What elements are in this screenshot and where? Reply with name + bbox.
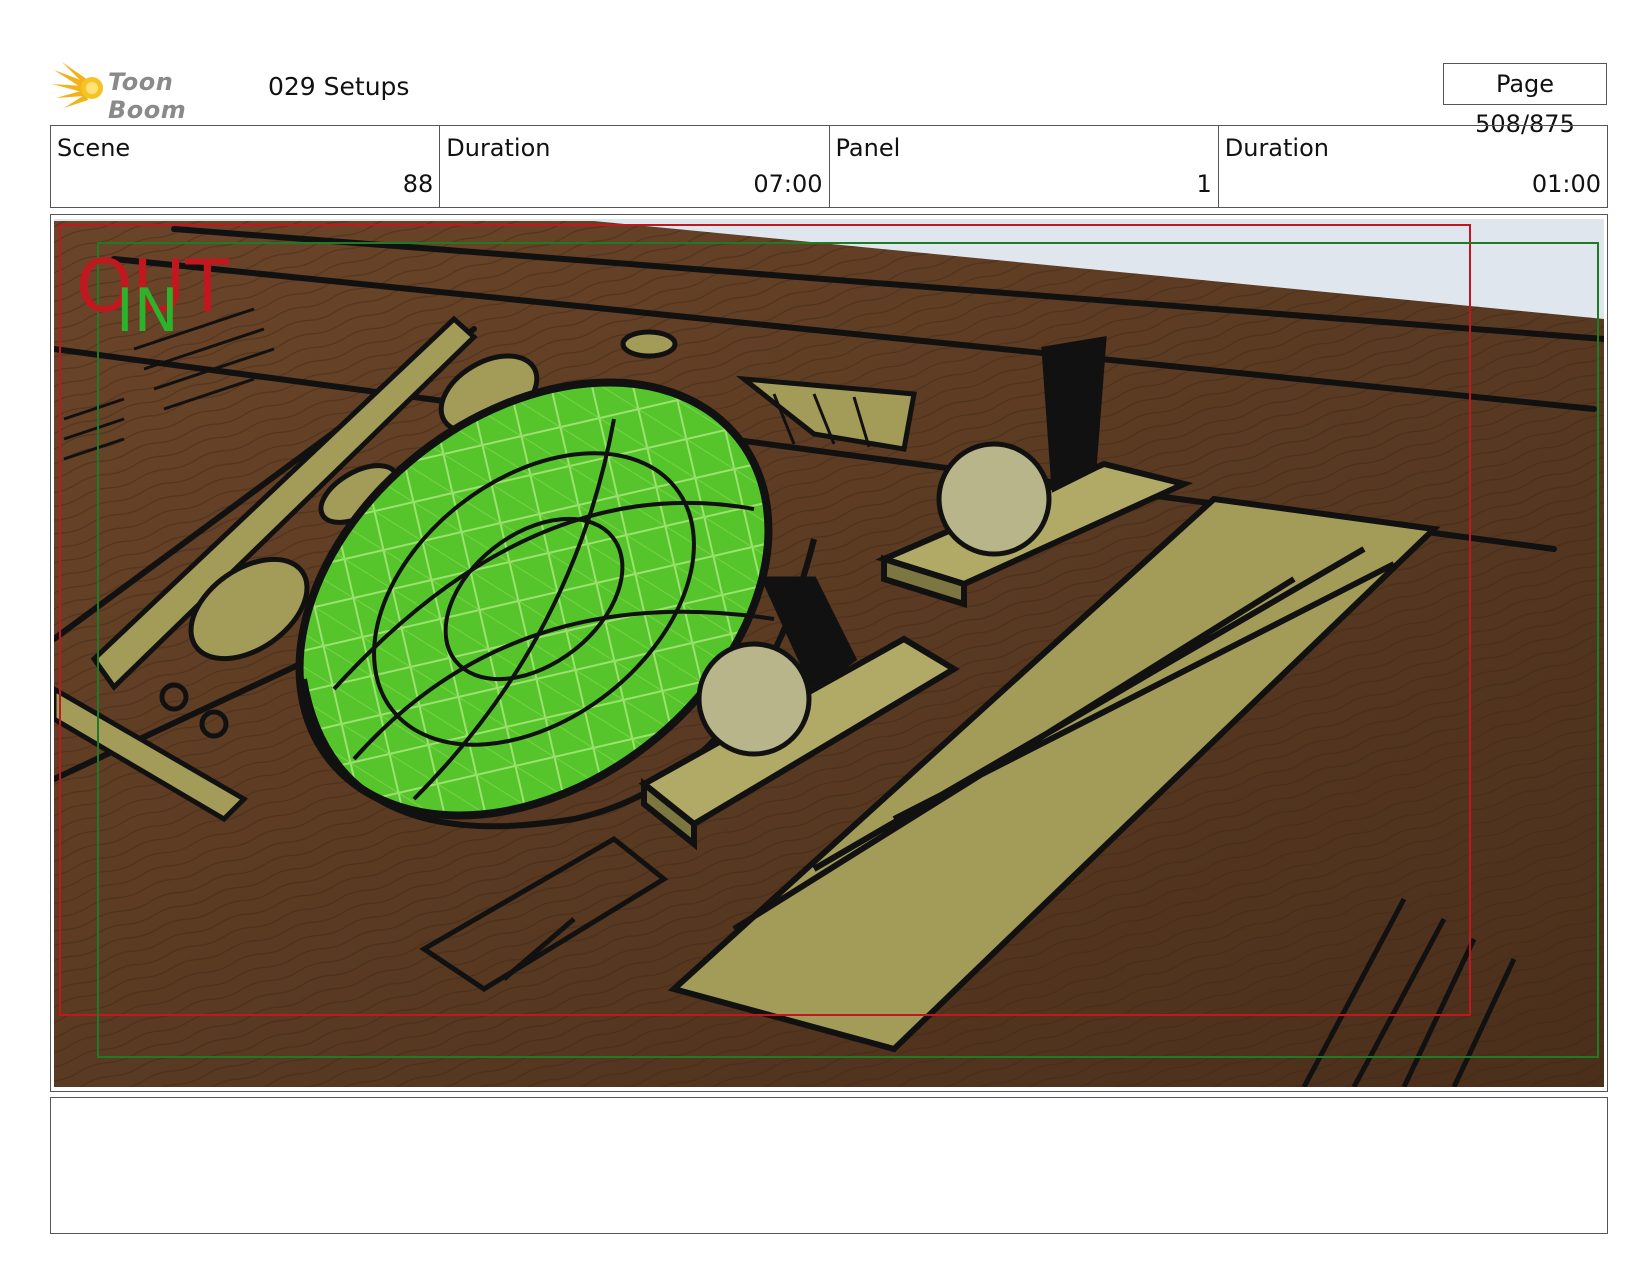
storyboard-panel: OUT IN [50,214,1608,1092]
panel-notes-box [50,1097,1608,1234]
starburst-logo-icon [52,62,103,108]
scene-value: 88 [402,170,434,198]
scene-cell: Scene 88 [51,126,441,207]
toon-boom-logo: Toon Boom [52,58,252,124]
scene-duration-value: 07:00 [753,170,823,198]
scene-duration-label: Duration [446,134,551,162]
panel-duration-cell: Duration 01:00 [1219,126,1607,207]
document-title: 029 Setups [268,72,410,101]
panel-duration-value: 01:00 [1531,170,1601,198]
panel-value: 1 [1196,170,1212,198]
panel-duration-label: Duration [1224,134,1329,162]
panel-info-table: Scene 88 Duration 07:00 Panel 1 Duration… [50,125,1608,208]
panel-label: Panel [835,134,901,162]
scene-duration-cell: Duration 07:00 [440,126,830,207]
panel-drawing: OUT IN [54,219,1604,1087]
scene-label: Scene [57,134,131,162]
logo-wordmark: Toon Boom [108,68,187,124]
panel-cell: Panel 1 [830,126,1219,207]
in-label: IN [116,276,179,346]
page-indicator: Page 508/875 [1443,63,1607,138]
